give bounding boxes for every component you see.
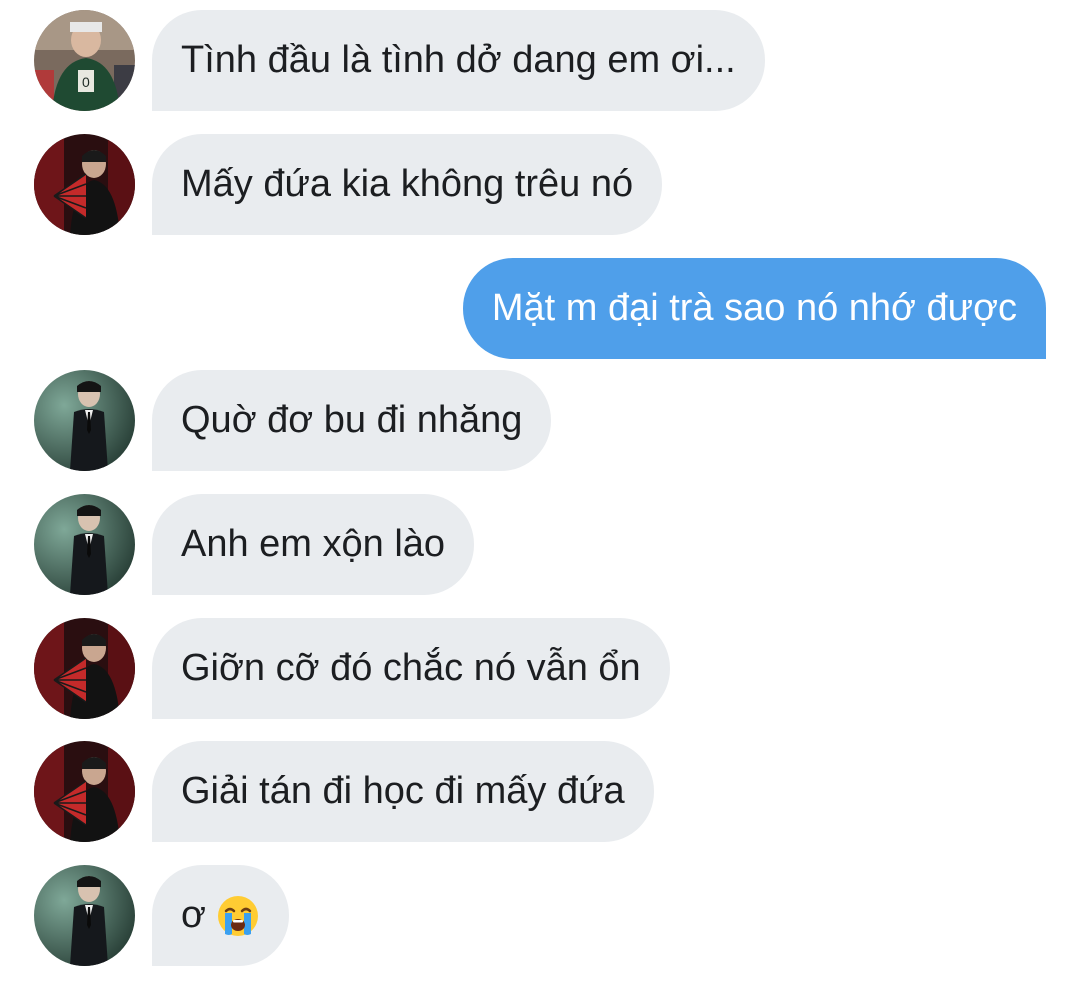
avatar-user-c[interactable] (34, 865, 135, 966)
message-bubble[interactable]: Tình đầu là tình dở dang em ơi... (152, 10, 765, 111)
message-row: 0 Tình đầu là tình dở dang em ơi... (0, 10, 1080, 111)
avatar-user-c[interactable] (34, 494, 135, 595)
message-bubble[interactable]: Giải tán đi học đi mấy đứa (152, 741, 654, 842)
avatar-user-c[interactable] (34, 370, 135, 471)
message-bubble[interactable]: ơ (152, 865, 289, 966)
svg-text:0: 0 (82, 74, 90, 90)
chat-thread: 0 Tình đầu là tình dở dang em ơi... Mấy … (0, 0, 1080, 986)
message-bubble[interactable]: Giỡn cỡ đó chắc nó vẫn ổn (152, 618, 670, 719)
message-row: Mặt m đại trà sao nó nhớ được (0, 258, 1080, 359)
loudly-crying-face-emoji (216, 894, 260, 938)
avatar-user-b[interactable] (34, 134, 135, 235)
message-bubble-outgoing[interactable]: Mặt m đại trà sao nó nhớ được (462, 258, 1046, 359)
message-row: Anh em xộn lào (0, 494, 1080, 595)
avatar-user-a[interactable]: 0 (34, 10, 135, 111)
avatar-user-b[interactable] (34, 741, 135, 842)
message-bubble[interactable]: Anh em xộn lào (152, 494, 475, 595)
message-row: ơ (0, 865, 1080, 966)
message-bubble[interactable]: Quờ đơ bu đi nhăng (152, 370, 552, 471)
message-row: Giải tán đi học đi mấy đứa (0, 741, 1080, 842)
avatar-user-b[interactable] (34, 618, 135, 719)
message-text: ơ (181, 894, 206, 936)
message-row: Quờ đơ bu đi nhăng (0, 370, 1080, 471)
message-row: Mấy đứa kia không trêu nó (0, 134, 1080, 235)
message-bubble[interactable]: Mấy đứa kia không trêu nó (152, 134, 663, 235)
message-row: Giỡn cỡ đó chắc nó vẫn ổn (0, 618, 1080, 719)
